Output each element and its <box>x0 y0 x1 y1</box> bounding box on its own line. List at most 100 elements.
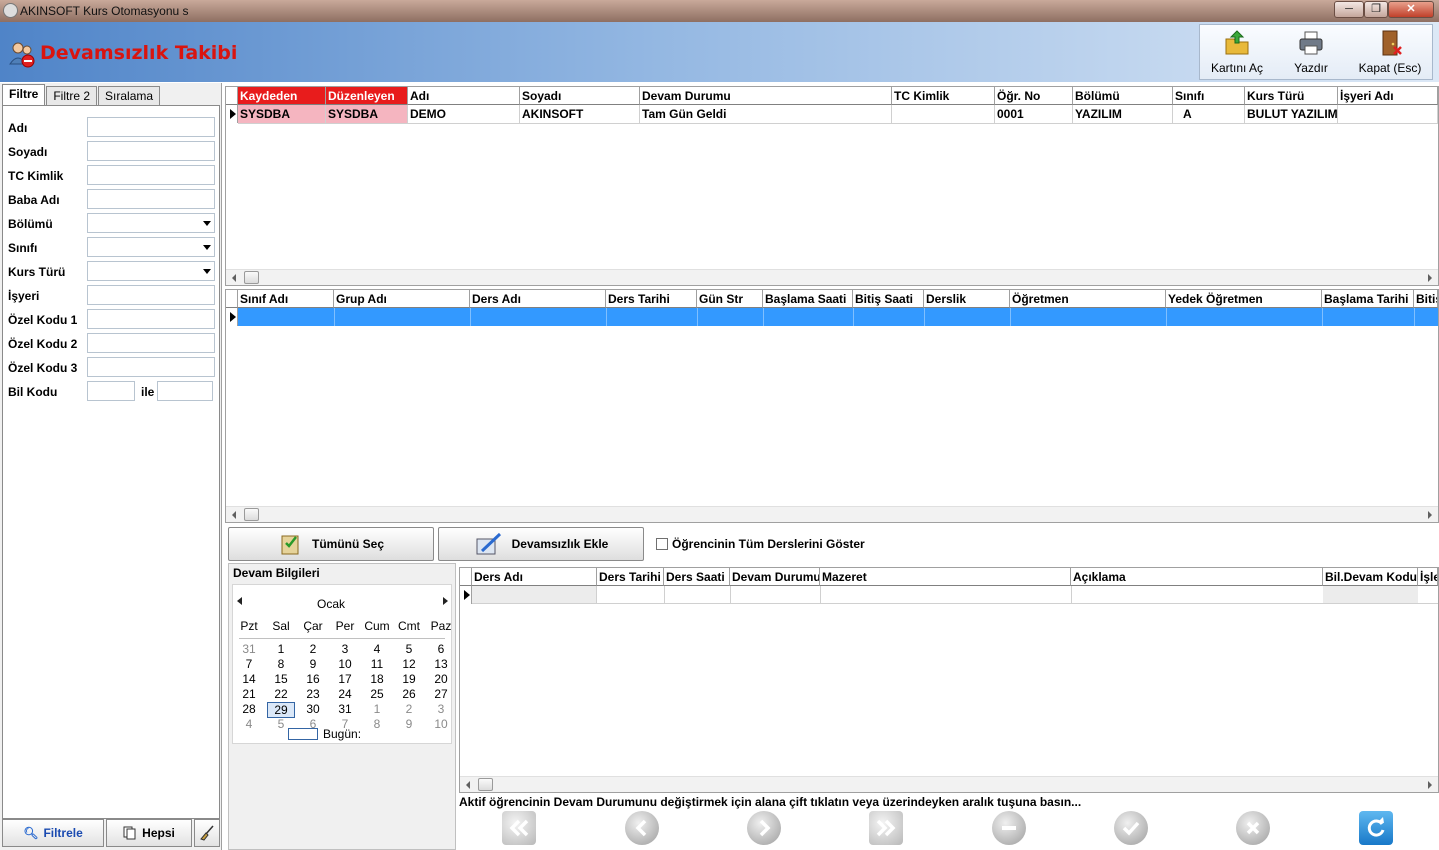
special-code-2-input[interactable] <box>87 333 215 353</box>
column-header[interactable]: Ders Adı <box>470 290 606 308</box>
row-indicator[interactable] <box>226 308 238 326</box>
cell-tc[interactable] <box>892 105 995 123</box>
cell-student-no[interactable]: 0001 <box>995 105 1073 123</box>
calendar-day[interactable]: 17 <box>329 672 361 686</box>
calendar-day[interactable]: 28 <box>233 702 265 716</box>
calendar-day[interactable]: 3 <box>425 702 457 716</box>
calendar-day[interactable]: 7 <box>233 657 265 671</box>
next-record-button[interactable] <box>747 811 781 845</box>
row-indicator[interactable] <box>226 105 238 123</box>
column-header[interactable]: Öğr. No <box>995 87 1073 105</box>
close-esc-button[interactable]: Kapat (Esc) <box>1348 25 1432 79</box>
calendar-day[interactable]: 31 <box>329 702 361 716</box>
print-button[interactable]: Yazdır <box>1274 25 1348 79</box>
empty-row[interactable] <box>472 586 1438 604</box>
calendar-day[interactable]: 21 <box>233 687 265 701</box>
cell-surname[interactable]: AKINSOFT <box>520 105 640 123</box>
column-header[interactable]: Başlama Saati <box>763 290 853 308</box>
selected-empty-row[interactable] <box>238 308 1438 326</box>
filter-button[interactable]: 🔍︎ Filtrele <box>2 819 104 847</box>
today-marker[interactable] <box>288 728 318 740</box>
calendar-day[interactable]: 29 <box>267 702 295 718</box>
surname-input[interactable] <box>87 141 215 161</box>
column-header[interactable]: Kaydeden <box>238 87 326 105</box>
scroll-thumb[interactable] <box>244 271 259 284</box>
calendar-day[interactable]: 1 <box>265 642 297 656</box>
calendar-day[interactable]: 9 <box>393 717 425 731</box>
calendar-day[interactable]: 12 <box>393 657 425 671</box>
calendar-day[interactable]: 16 <box>297 672 329 686</box>
cell-name[interactable]: DEMO <box>408 105 520 123</box>
calendar-day[interactable]: 1 <box>361 702 393 716</box>
calendar-day[interactable]: 19 <box>393 672 425 686</box>
last-record-button[interactable] <box>869 811 903 845</box>
tab-filter[interactable]: Filtre <box>2 84 46 105</box>
column-header[interactable]: İşle <box>1418 568 1438 586</box>
column-header[interactable]: Düzenleyen <box>326 87 408 105</box>
calendar-day[interactable]: 18 <box>361 672 393 686</box>
show-all-lessons-checkbox[interactable] <box>656 538 668 550</box>
calendar-day[interactable]: 4 <box>361 642 393 656</box>
calendar-day[interactable]: 26 <box>393 687 425 701</box>
calendar-day[interactable]: 8 <box>361 717 393 731</box>
column-header[interactable]: Başlama Tarihi <box>1322 290 1414 308</box>
calendar-day[interactable]: 4 <box>233 717 265 731</box>
refresh-button[interactable] <box>1359 811 1393 845</box>
minimize-button[interactable]: ─ <box>1334 1 1364 18</box>
column-header[interactable]: Bitiş Saati <box>853 290 924 308</box>
column-header[interactable]: Bitiş <box>1414 290 1438 308</box>
tab-sorting[interactable]: Sıralama <box>98 86 161 105</box>
calendar-day[interactable]: 30 <box>297 702 329 716</box>
column-header[interactable]: Mazeret <box>820 568 1071 586</box>
cell-class[interactable]: A <box>1173 105 1245 123</box>
calendar-day[interactable]: 14 <box>233 672 265 686</box>
column-header[interactable]: Derslik <box>924 290 1010 308</box>
post-record-button[interactable] <box>1114 811 1148 845</box>
clear-filter-button[interactable] <box>194 819 220 847</box>
column-header[interactable]: Ders Saati <box>664 568 730 586</box>
row-indicator[interactable] <box>460 586 472 604</box>
column-header[interactable]: Grup Adı <box>334 290 470 308</box>
column-header[interactable]: Kurs Türü <box>1245 87 1338 105</box>
calendar-day[interactable]: 2 <box>297 642 329 656</box>
column-header[interactable]: Soyadı <box>520 87 640 105</box>
maximize-button[interactable]: ❐ <box>1364 1 1388 18</box>
delete-record-button[interactable] <box>992 811 1026 845</box>
bil-code-from-input[interactable] <box>87 381 135 401</box>
column-header[interactable]: Ders Tarihi <box>597 568 664 586</box>
calendar-day[interactable]: 15 <box>265 672 297 686</box>
horizontal-scrollbar[interactable] <box>226 269 1438 285</box>
scroll-thumb[interactable] <box>244 508 259 521</box>
horizontal-scrollbar[interactable] <box>226 506 1438 522</box>
show-all-button[interactable]: Hepsi <box>106 819 192 847</box>
column-header[interactable]: Sınıfı <box>1173 87 1245 105</box>
cell-created-by[interactable]: SYSDBA <box>238 105 326 123</box>
tab-filter-2[interactable]: Filtre 2 <box>46 86 98 105</box>
calendar-day[interactable]: 31 <box>233 642 265 656</box>
column-header[interactable]: Devam Durumu <box>640 87 892 105</box>
column-header[interactable]: Yedek Öğretmen <box>1166 290 1322 308</box>
tc-input[interactable] <box>87 165 215 185</box>
calendar-day[interactable]: 3 <box>329 642 361 656</box>
father-name-input[interactable] <box>87 189 215 209</box>
column-header[interactable]: TC Kimlik <box>892 87 995 105</box>
first-record-button[interactable] <box>502 811 536 845</box>
column-header[interactable]: Ders Tarihi <box>606 290 697 308</box>
calendar-day[interactable]: 24 <box>329 687 361 701</box>
column-header[interactable]: Devam Durumu <box>730 568 820 586</box>
calendar-day[interactable]: 6 <box>425 642 457 656</box>
calendar-day[interactable]: 20 <box>425 672 457 686</box>
bil-code-to-input[interactable] <box>157 381 213 401</box>
course-type-select[interactable] <box>87 261 215 281</box>
cancel-record-button[interactable] <box>1236 811 1270 845</box>
column-header[interactable]: Bil.Devam Kodu <box>1323 568 1418 586</box>
calendar-day[interactable]: 23 <box>297 687 329 701</box>
calendar-day[interactable]: 10 <box>329 657 361 671</box>
show-all-lessons-toggle[interactable]: Öğrencinin Tüm Derslerini Göster <box>656 537 865 551</box>
add-absence-button[interactable]: Devamsızlık Ekle <box>438 527 644 561</box>
close-window-button[interactable]: ✕ <box>1388 1 1434 18</box>
scroll-thumb[interactable] <box>478 778 493 791</box>
special-code-1-input[interactable] <box>87 309 215 329</box>
cell-edited-by[interactable]: SYSDBA <box>326 105 408 123</box>
column-header[interactable]: Ders Adı <box>472 568 597 586</box>
